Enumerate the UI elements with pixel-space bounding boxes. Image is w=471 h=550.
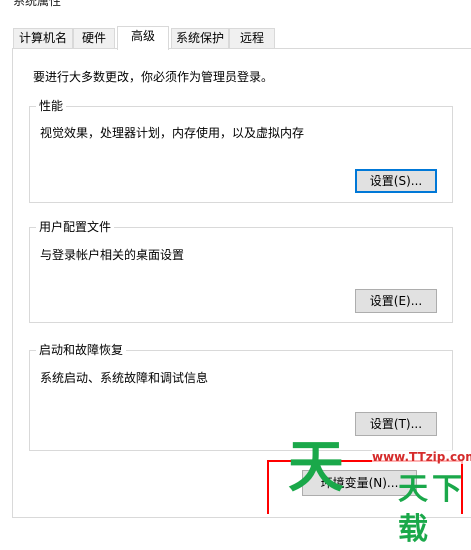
watermark-logo-char: 天 [288,435,344,500]
watermark-url: www.TTzip.com [372,450,471,464]
watermark-name: 天下载 [398,472,466,547]
user-profiles-desc: 与登录帐户相关的桌面设置 [40,248,185,262]
watermark-logo: 天 www.TTzip.com 天下载 [280,435,471,547]
tab-computer-name[interactable]: 计算机名 [13,28,73,48]
window-title: 系统属性 [13,0,62,8]
startup-recovery-settings-button[interactable]: 设置(T)... [355,412,437,436]
tab-system-protection[interactable]: 系统保护 [171,28,229,48]
startup-recovery-title: 启动和故障恢复 [36,342,127,358]
user-profiles-group: 用户配置文件 与登录帐户相关的桌面设置 设置(E)... [29,219,453,323]
admin-notice: 要进行大多数更改，你必须作为管理员登录。 [33,70,274,84]
user-profiles-title: 用户配置文件 [36,219,115,235]
tab-advanced[interactable]: 高级 [117,26,169,50]
tab-strip: 计算机名 硬件 高级 系统保护 远程 [0,26,471,50]
performance-title: 性能 [36,98,67,114]
performance-desc: 视觉效果，处理器计划，内存使用，以及虚拟内存 [40,126,305,140]
user-profiles-settings-button[interactable]: 设置(E)... [355,289,437,313]
startup-recovery-desc: 系统启动、系统故障和调试信息 [40,371,209,385]
tab-remote[interactable]: 远程 [229,28,275,48]
window-titlebar: 系统属性 [0,0,471,12]
performance-settings-button[interactable]: 设置(S)... [355,169,437,193]
performance-group: 性能 视觉效果，处理器计划，内存使用，以及虚拟内存 设置(S)... [29,98,453,203]
tab-hardware[interactable]: 硬件 [73,28,115,48]
